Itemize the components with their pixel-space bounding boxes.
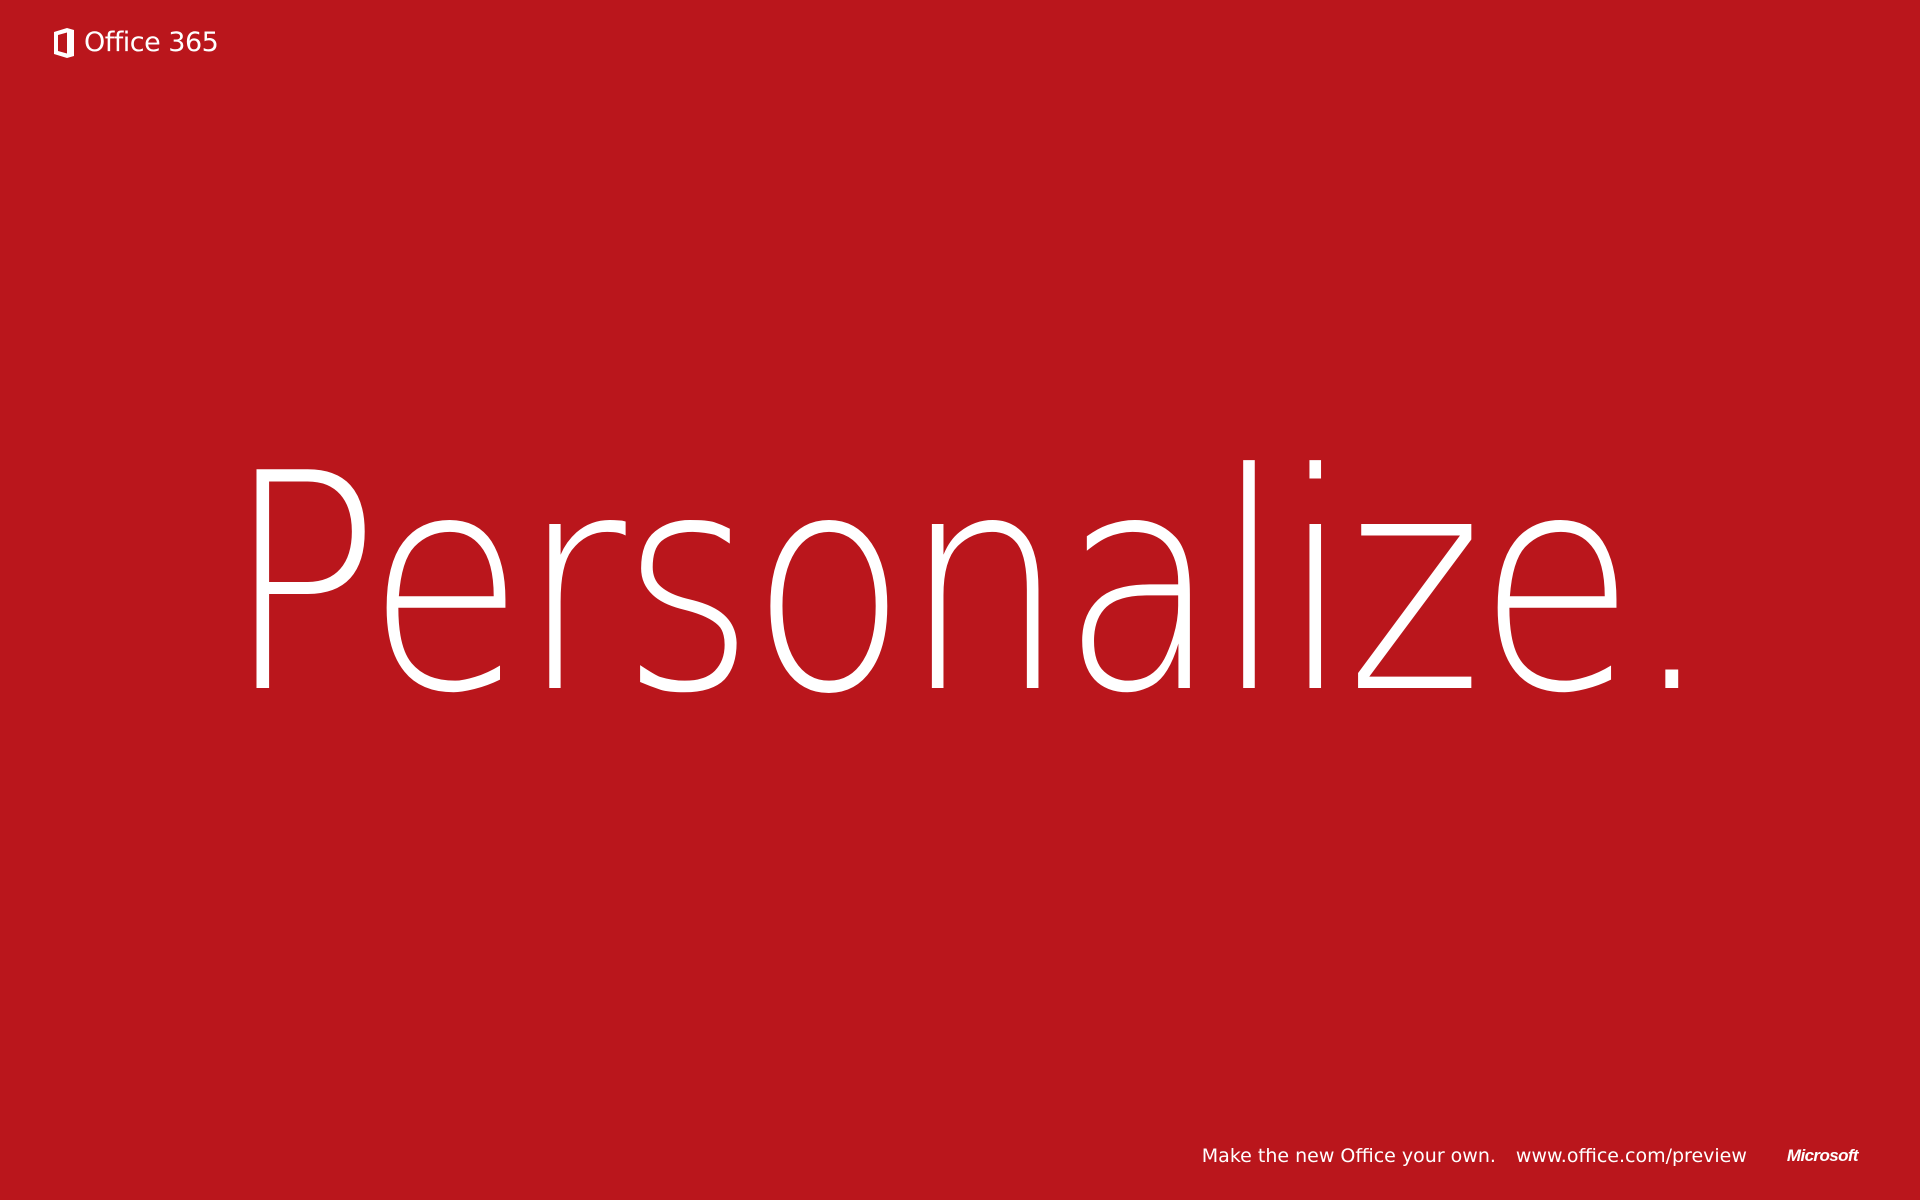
- brand-name: Office 365: [84, 27, 219, 58]
- tagline: Make the new Office your own.: [1201, 1145, 1496, 1167]
- microsoft-logo: Microsoft: [1786, 1146, 1859, 1165]
- footer: Make the new Office your own. www.office…: [1201, 1144, 1859, 1168]
- office-logo-icon: [52, 27, 76, 59]
- headline: Personalize.: [225, 410, 1713, 759]
- preview-url-link[interactable]: www.office.com/preview: [1516, 1144, 1747, 1168]
- office-brand: Office 365: [52, 25, 219, 61]
